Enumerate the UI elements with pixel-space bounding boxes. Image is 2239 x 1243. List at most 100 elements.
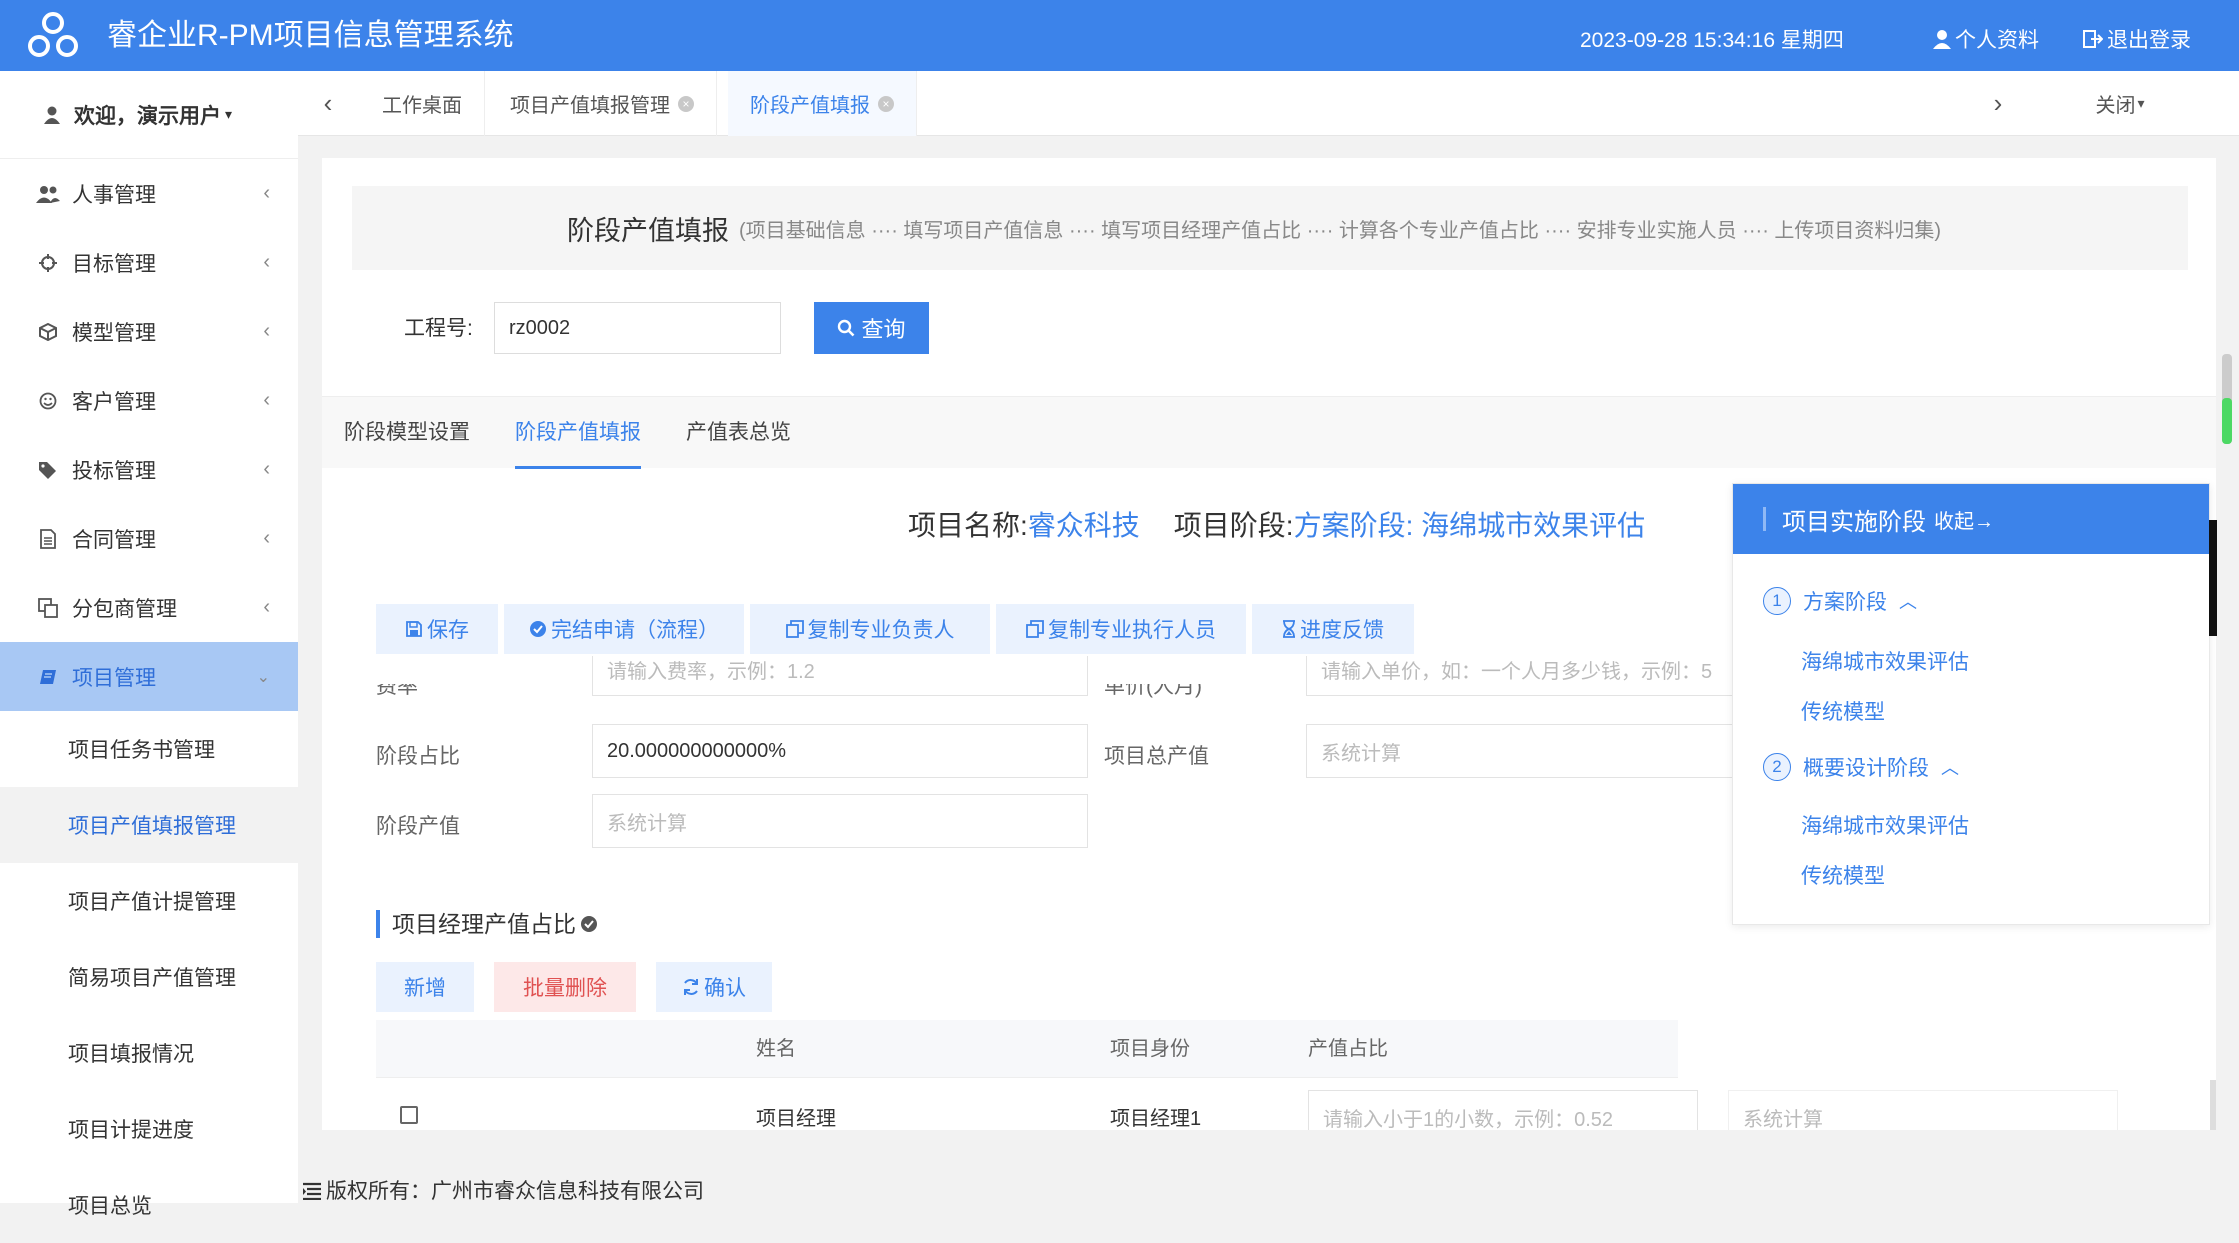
accent-bar xyxy=(1763,507,1766,531)
sidebar-subitem-accrual-progress[interactable]: 项目计提进度 xyxy=(0,1091,298,1167)
copy-leader-button[interactable]: 复制专业负责人 xyxy=(750,604,990,654)
close-icon[interactable]: × xyxy=(678,95,694,112)
row-checkbox[interactable] xyxy=(400,1106,418,1124)
stage-ratio-input[interactable]: 20.000000000000% xyxy=(592,724,1088,778)
sidebar-item-bidding[interactable]: 投标管理 ‹ xyxy=(0,435,298,504)
sidebar-item-projects[interactable]: 项目管理 ⌄ xyxy=(0,642,298,711)
tab-label: 项目产值填报管理 xyxy=(510,95,670,117)
progress-feedback-button[interactable]: 进度反馈 xyxy=(1252,604,1414,654)
page-banner: 阶段产值填报 (项目基础信息 ···· 填写项目产值信息 ···· 填写项目经理… xyxy=(352,186,2188,270)
tab-scroll-left-button[interactable]: ‹ xyxy=(298,71,358,136)
table-header: 姓名 项目身份 产值占比 xyxy=(376,1020,1678,1078)
tags-icon xyxy=(34,461,62,479)
calc-output-input[interactable]: 系统计算 xyxy=(1728,1090,2118,1130)
stage-sub-item[interactable]: 传统模型 xyxy=(1801,696,1885,726)
complete-request-label: 完结申请（流程） xyxy=(551,619,719,642)
sidebar-subitem-overview[interactable]: 项目总览 xyxy=(0,1167,298,1243)
panel-scrollbar[interactable] xyxy=(2209,520,2217,636)
chevron-right-icon: › xyxy=(1993,88,2003,118)
table-row: 项目经理 项目经理1 请输入小于1的小数，示例：0.52 系统计算 xyxy=(376,1078,2216,1130)
page-scrollbar-thumb[interactable] xyxy=(2222,398,2232,444)
smile-icon xyxy=(34,392,62,410)
query-label: 查询 xyxy=(861,317,906,342)
copyright-text: 版权所有：广州市睿众信息科技有限公司 xyxy=(326,1180,704,1203)
tab-scroll-right-button[interactable]: › xyxy=(1968,71,2028,136)
complete-request-button[interactable]: 完结申请（流程） xyxy=(504,604,744,654)
chevron-left-icon: ‹ xyxy=(263,182,270,204)
logout-icon xyxy=(2083,30,2103,48)
welcome-label: 欢迎，演示用户 xyxy=(74,104,221,128)
batch-delete-button[interactable]: 批量删除 xyxy=(494,962,636,1012)
user-icon xyxy=(44,106,60,124)
logo-icon xyxy=(28,12,78,57)
app-title: 睿企业R-PM项目信息管理系统 xyxy=(107,19,514,52)
page-title: 阶段产值填报 xyxy=(567,215,729,246)
chevron-left-icon: ‹ xyxy=(263,596,270,618)
project-no-input[interactable] xyxy=(494,302,781,354)
sidebar-item-hr[interactable]: 人事管理 ‹ xyxy=(0,159,298,228)
sidebar-item-contracts[interactable]: 合同管理 ‹ xyxy=(0,504,298,573)
tab-stage-output-report[interactable]: 阶段产值填报 xyxy=(515,397,641,469)
profile-link[interactable]: 个人资料 xyxy=(1933,24,2039,54)
crosshair-icon xyxy=(34,253,62,272)
sidebar-subitem-output-report[interactable]: 项目产值填报管理 xyxy=(0,787,298,863)
total-output-input[interactable]: 系统计算 xyxy=(1306,724,1736,778)
sidebar-item-label: 项目管理 xyxy=(72,666,156,690)
column-header-name: 姓名 xyxy=(756,1038,796,1060)
copy-icon xyxy=(1026,620,1044,638)
table-scrollbar[interactable] xyxy=(2210,1080,2216,1130)
chevron-left-icon: ‹ xyxy=(263,458,270,480)
sidebar-item-goals[interactable]: 目标管理 ‹ xyxy=(0,228,298,297)
sidebar-item-customers[interactable]: 客户管理 ‹ xyxy=(0,366,298,435)
chevron-left-icon: ‹ xyxy=(263,527,270,549)
stage-sub-item[interactable]: 传统模型 xyxy=(1801,860,1885,890)
close-tabs-dropdown[interactable]: 关闭 ▾ xyxy=(2060,71,2180,136)
tab-desktop[interactable]: 工作桌面 xyxy=(360,71,485,136)
profile-label: 个人资料 xyxy=(1955,29,2039,52)
project-info: 项目名称:睿众科技 项目阶段:方案阶段: 海绵城市效果评估 xyxy=(908,504,1645,544)
check-circle-icon xyxy=(581,916,597,932)
tab-stage-output[interactable]: 阶段产值填报 × xyxy=(728,71,917,136)
tab-label: 工作桌面 xyxy=(382,95,462,117)
sidebar-subitem-output-accrual[interactable]: 项目产值计提管理 xyxy=(0,863,298,939)
save-button[interactable]: 保存 xyxy=(376,604,498,654)
close-icon[interactable]: × xyxy=(878,95,894,112)
add-label: 新增 xyxy=(404,977,446,1000)
stage-item-1[interactable]: 1 方案阶段 ︿ xyxy=(1763,586,1917,616)
sidebar-subitem-simple-output[interactable]: 简易项目产值管理 xyxy=(0,939,298,1015)
logout-label: 退出登录 xyxy=(2107,29,2191,52)
sidebar-item-subcontractors[interactable]: 分包商管理 ‹ xyxy=(0,573,298,642)
chevron-left-icon: ‹ xyxy=(323,88,333,118)
collapse-link[interactable]: 收起→ xyxy=(1934,505,1994,534)
stage-panel: 项目实施阶段 收起→ 1 方案阶段 ︿ 海绵城市效果评估 传统模型 2 概要设计… xyxy=(1732,483,2210,925)
tab-output-management[interactable]: 项目产值填报管理 × xyxy=(488,71,717,136)
user-icon xyxy=(1933,30,1951,49)
stage-sub-item[interactable]: 海绵城市效果评估 xyxy=(1801,810,1969,840)
add-button[interactable]: 新增 xyxy=(376,962,474,1012)
sidebar-subitem-fill-status[interactable]: 项目填报情况 xyxy=(0,1015,298,1091)
query-button[interactable]: 查询 xyxy=(814,302,929,354)
stage-number: 1 xyxy=(1763,587,1791,615)
check-circle-icon xyxy=(530,621,546,637)
refresh-icon xyxy=(684,979,698,995)
close-tabs-label: 关闭 xyxy=(2095,95,2136,117)
search-icon xyxy=(838,319,855,337)
stage-sub-item[interactable]: 海绵城市效果评估 xyxy=(1801,646,1969,676)
manager-section-title: 项目经理产值占比 xyxy=(376,910,598,938)
top-bar: 睿企业R-PM项目信息管理系统 2023-09-28 15:34:16 星期四 … xyxy=(0,0,2239,71)
copy-executor-button[interactable]: 复制专业执行人员 xyxy=(996,604,1246,654)
datetime-display: 2023-09-28 15:34:16 星期四 xyxy=(1580,29,1844,52)
welcome-user[interactable]: 欢迎，演示用户 ▾ xyxy=(0,71,298,159)
sidebar-subitem-task-book[interactable]: 项目任务书管理 xyxy=(0,711,298,787)
chevron-down-icon: ⌄ xyxy=(256,668,270,686)
ratio-input[interactable]: 请输入小于1的小数，示例：0.52 xyxy=(1308,1090,1698,1130)
stage-name: 方案阶段 xyxy=(1803,591,1887,614)
stage-output-input[interactable]: 系统计算 xyxy=(592,794,1088,848)
tab-output-overview[interactable]: 产值表总览 xyxy=(686,397,791,469)
logout-link[interactable]: 退出登录 xyxy=(2083,24,2191,54)
stage-name: 概要设计阶段 xyxy=(1803,757,1929,780)
sidebar-item-models[interactable]: 模型管理 ‹ xyxy=(0,297,298,366)
confirm-button[interactable]: 确认 xyxy=(656,962,772,1012)
tab-stage-model-settings[interactable]: 阶段模型设置 xyxy=(344,397,470,469)
stage-item-2[interactable]: 2 概要设计阶段 ︿ xyxy=(1763,752,1959,782)
